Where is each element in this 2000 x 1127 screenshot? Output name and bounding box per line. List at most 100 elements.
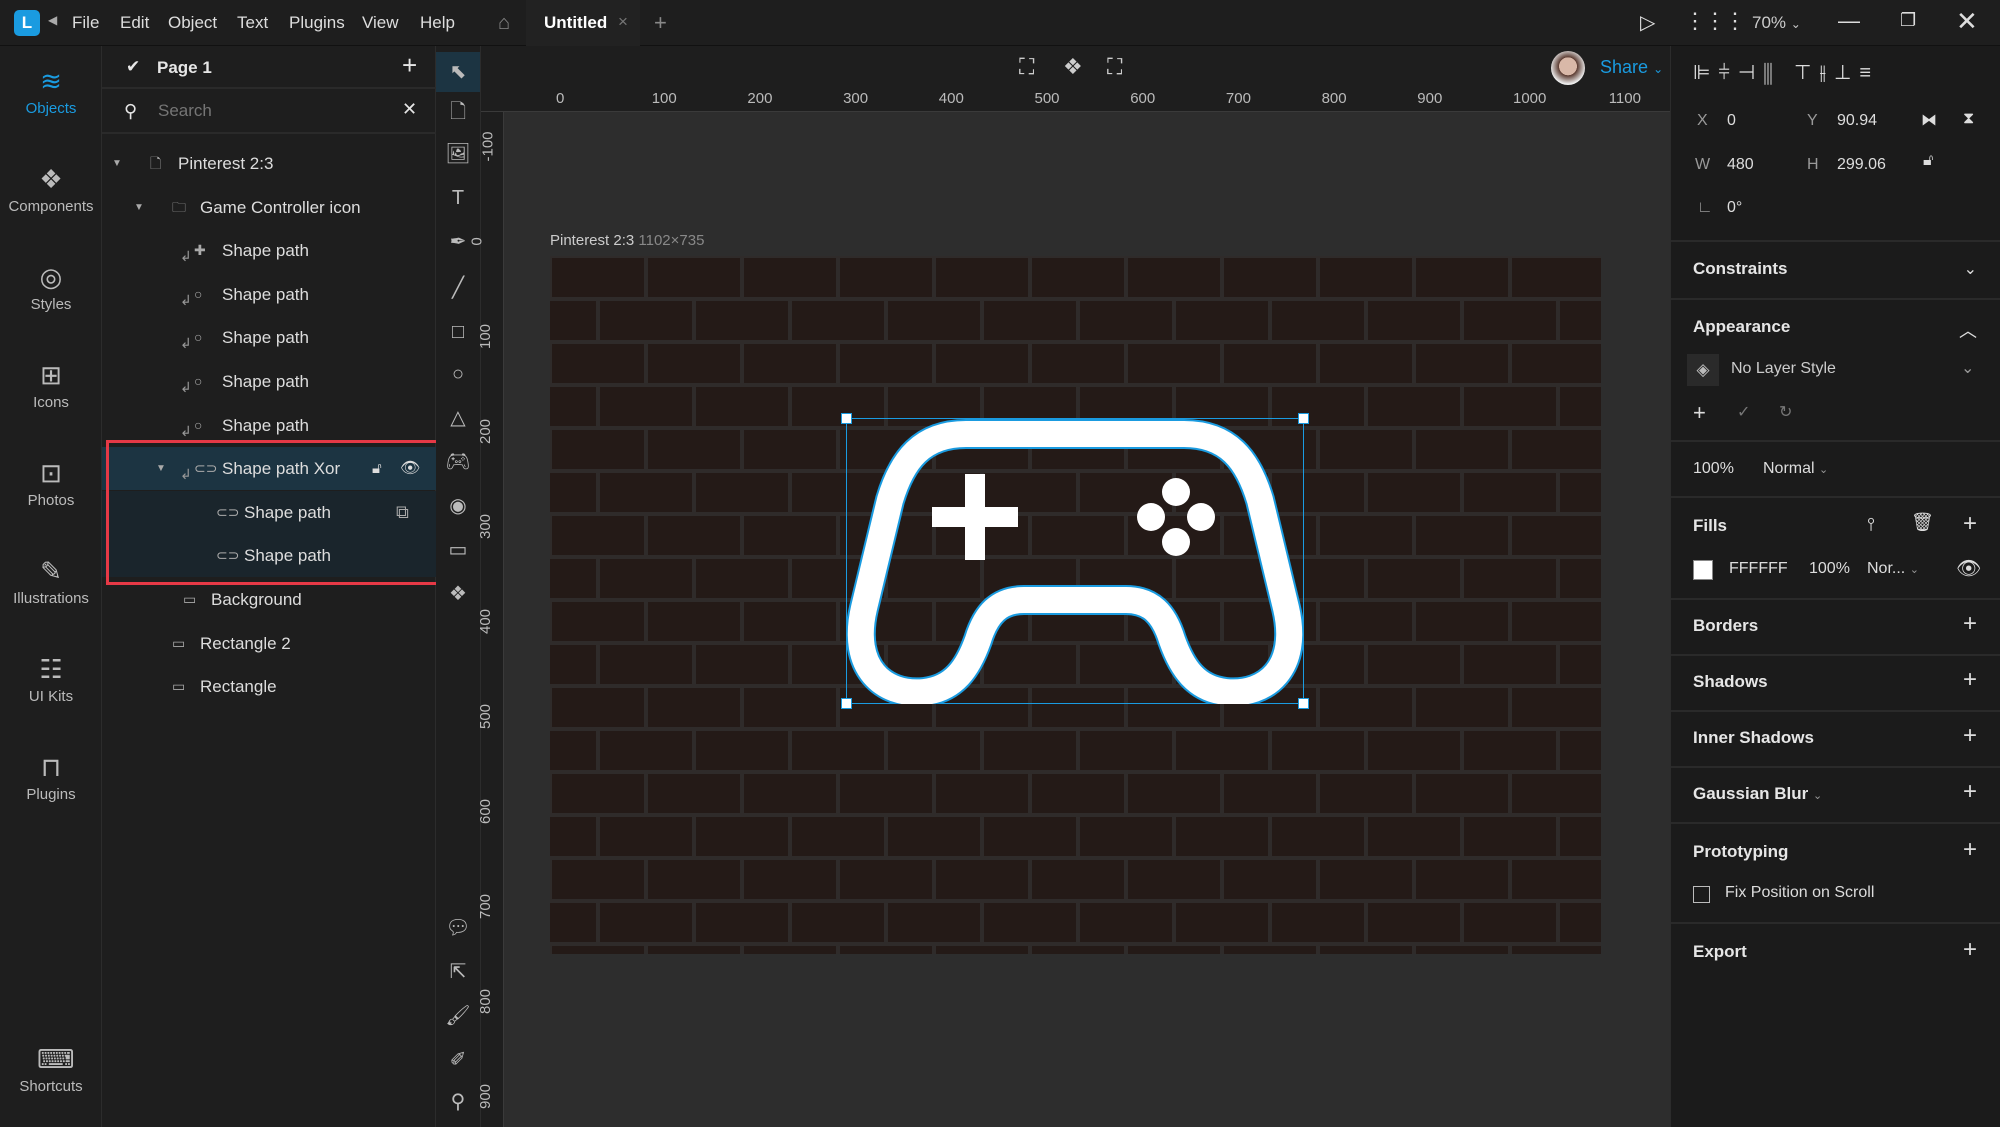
add-blur-icon[interactable]: + (1963, 778, 1977, 806)
fill-color-swatch[interactable] (1693, 560, 1713, 580)
line-tool-icon[interactable]: ╱ (444, 274, 472, 302)
eyedropper-tool-icon[interactable]: ✐ (444, 1046, 472, 1074)
rail-ui-kits[interactable]: ☷ UI Kits (0, 654, 102, 705)
borders-section[interactable]: Borders + (1671, 610, 2000, 637)
lock-ratio-icon[interactable]: 🔓︎ (1923, 152, 1933, 170)
fix-position-checkbox[interactable] (1693, 886, 1710, 903)
rail-styles[interactable]: ◎ Styles (0, 262, 102, 313)
inner-shadows-section[interactable]: Inner Shadows + (1671, 722, 2000, 749)
avatar[interactable] (1551, 51, 1585, 85)
chevron-up-icon[interactable]: ︿ (1959, 317, 1977, 343)
resize-handle[interactable] (1298, 698, 1309, 709)
add-border-icon[interactable]: + (1963, 610, 1977, 638)
rail-components[interactable]: ❖ Components (0, 164, 102, 215)
gamepad-tool-icon[interactable]: 🎮︎ (444, 448, 472, 476)
resize-handle[interactable] (841, 698, 852, 709)
layer-row[interactable]: ▭ Rectangle (102, 665, 436, 708)
close-window-button[interactable]: ✕ (1956, 6, 1978, 37)
menu-view[interactable]: View (362, 13, 399, 33)
align-tools[interactable]: ⊫⫩⊣⫼ ⊤⫲⊥≡ (1693, 60, 1879, 85)
menu-object[interactable]: Object (168, 13, 217, 33)
menu-file[interactable]: File (72, 13, 99, 33)
flip-vertical-icon[interactable]: ⧗ (1963, 110, 1974, 128)
opacity-field[interactable]: 100% (1693, 460, 1734, 478)
image-tool-icon[interactable]: 🖼︎ (444, 140, 472, 168)
comment-tool-icon[interactable]: 💬︎ (444, 914, 472, 942)
select-tool-icon[interactable]: ⬉ (436, 52, 480, 92)
button-tool-icon[interactable]: ▭ (444, 536, 472, 564)
selection-box[interactable] (841, 413, 1309, 709)
chevron-down-icon[interactable]: ⌄ (1961, 358, 1974, 378)
add-style-icon[interactable]: + (1693, 400, 1706, 426)
triangle-tool-icon[interactable]: △ (444, 404, 472, 432)
flip-horizontal-icon[interactable]: ⧓ (1921, 110, 1937, 130)
add-fill-icon[interactable]: + (1963, 510, 1977, 538)
resize-frame-icon[interactable]: ⛶ (1107, 54, 1122, 80)
search-input[interactable]: ⚲ ✕ (102, 91, 436, 134)
menu-text[interactable]: Text (237, 13, 268, 33)
frame-icon[interactable]: ⛶ (1019, 54, 1034, 80)
add-interaction-icon[interactable]: + (1963, 836, 1977, 864)
add-inner-shadow-icon[interactable]: + (1963, 722, 1977, 750)
artboard-tool-icon[interactable]: 🗋︎ (444, 98, 472, 126)
prototyping-section[interactable]: Prototyping + (1671, 836, 2000, 863)
rail-illustrations[interactable]: ✎ Illustrations (0, 556, 102, 607)
tab-untitled[interactable]: Untitled × (526, 0, 640, 46)
chevron-down-icon[interactable]: ⌄ (1964, 259, 1977, 279)
export-section[interactable]: Export + (1671, 936, 2000, 963)
layer-row[interactable]: ▼ 🗀︎ Game Controller icon (102, 186, 436, 229)
trash-icon[interactable]: 🗑︎ (1911, 512, 1934, 533)
shadows-section[interactable]: Shadows + (1671, 666, 2000, 693)
blur-section[interactable]: Gaussian Blur ⌄ + (1671, 778, 2000, 805)
prototype-tool-icon[interactable]: ⇱ (444, 958, 472, 986)
component-tool-icon[interactable]: ❖ (444, 580, 472, 608)
share-button[interactable]: Share ⌄ (1600, 57, 1663, 78)
apply-style-icon[interactable]: ✓ (1737, 402, 1750, 422)
blend-select[interactable]: Normal ⌄ (1763, 460, 1828, 478)
rail-photos[interactable]: ⊡ Photos (0, 458, 102, 509)
layer-row[interactable]: ▼ 🗋︎ Pinterest 2:3 (102, 142, 436, 185)
constraints-section[interactable]: Constraints ⌄ (1671, 259, 2000, 279)
collapse-all-icon[interactable]: ✕ (402, 99, 417, 120)
home-icon[interactable]: ⌂ (498, 12, 510, 35)
ellipse-tool-icon[interactable]: ○ (444, 360, 472, 388)
app-logo[interactable]: L (14, 10, 40, 36)
menu-edit[interactable]: Edit (120, 13, 149, 33)
fill-opacity-field[interactable]: 100% (1809, 560, 1850, 578)
rotation-field[interactable]: 0° (1727, 199, 1742, 217)
rail-plugins[interactable]: ⊓ Plugins (0, 752, 102, 803)
page-selector[interactable]: ✔ Page 1 + (102, 46, 436, 89)
appearance-section[interactable]: Appearance ︿ (1671, 317, 2000, 341)
layer-style-select[interactable]: No Layer Style (1731, 360, 1836, 378)
caret-down-icon[interactable]: ▼ (134, 186, 144, 229)
zoom-select[interactable]: 70% ⌄ (1752, 13, 1801, 33)
fill-blend-select[interactable]: Nor... ⌄ (1867, 560, 1919, 578)
component-icon[interactable]: ❖ (1063, 54, 1083, 80)
rail-icons[interactable]: ⊞ Icons (0, 360, 102, 411)
search-field[interactable] (158, 101, 378, 121)
fill-hex-field[interactable]: FFFFFF (1729, 560, 1788, 578)
fill-settings-icon[interactable]: ⫯ (1867, 514, 1875, 535)
add-page-icon[interactable]: + (402, 50, 417, 81)
resize-handle[interactable] (841, 413, 852, 424)
canvas[interactable]: Pinterest 2:3 1102×735 (481, 46, 1670, 1127)
layer-row[interactable]: ↲ ○ Shape path (102, 360, 436, 403)
add-shadow-icon[interactable]: + (1963, 666, 1977, 694)
eye-icon[interactable]: 👁︎ (1956, 556, 1981, 581)
layer-row[interactable]: ▭ Rectangle 2 (102, 622, 436, 665)
game-controller-icon[interactable] (846, 418, 1304, 704)
caret-left-icon[interactable]: ◀ (48, 13, 57, 27)
rectangle-tool-icon[interactable]: □ (444, 318, 472, 346)
artboard-label[interactable]: Pinterest 2:3 1102×735 (550, 232, 704, 249)
brush-tool-icon[interactable]: 🖌︎ (444, 1002, 472, 1030)
reset-style-icon[interactable]: ↻ (1779, 402, 1792, 422)
layer-row[interactable]: ↲ ○ Shape path (102, 316, 436, 359)
minimize-button[interactable]: — (1838, 8, 1860, 34)
menu-help[interactable]: Help (420, 13, 455, 33)
h-field[interactable]: 299.06 (1837, 156, 1886, 174)
close-tab-icon[interactable]: × (618, 12, 628, 32)
w-field[interactable]: 480 (1727, 156, 1754, 174)
play-icon[interactable]: ▷ (1640, 10, 1655, 35)
layer-row[interactable]: ↲ ✚ Shape path (102, 229, 436, 272)
avatar-tool-icon[interactable]: ◉ (444, 492, 472, 520)
